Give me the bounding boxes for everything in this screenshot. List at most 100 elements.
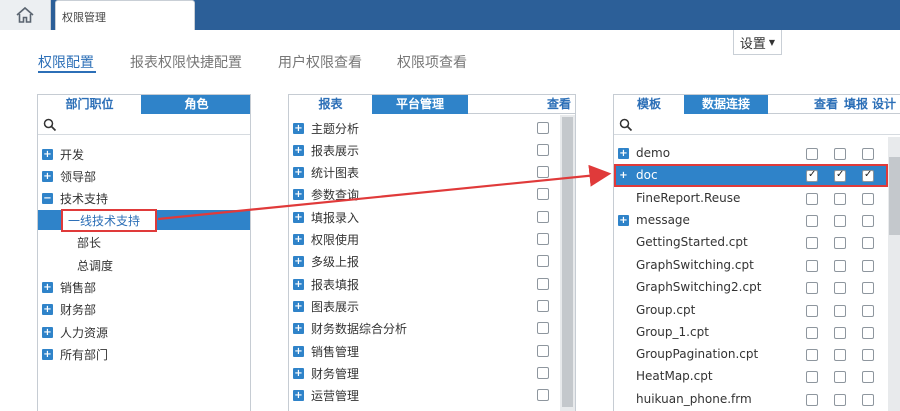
design-checkbox[interactable] bbox=[862, 282, 874, 294]
view-checkbox[interactable] bbox=[806, 305, 818, 317]
home-button[interactable] bbox=[0, 0, 51, 30]
fill-checkbox[interactable] bbox=[834, 148, 846, 160]
template-item[interactable]: GraphSwitching2.cpt bbox=[636, 276, 761, 298]
report-item[interactable]: + 财务数据综合分析 bbox=[293, 317, 407, 339]
template-scrollbar-thumb[interactable] bbox=[889, 157, 900, 235]
view-checkbox[interactable] bbox=[537, 345, 549, 357]
expand-icon[interactable]: + bbox=[293, 211, 304, 223]
design-checkbox[interactable] bbox=[862, 193, 874, 205]
fill-checkbox[interactable] bbox=[834, 169, 846, 182]
tab-role[interactable]: 角色 bbox=[141, 95, 250, 114]
expand-icon[interactable]: + bbox=[42, 170, 53, 182]
template-folder-message[interactable]: + message bbox=[618, 209, 690, 231]
tab-data-connection[interactable]: 数据连接 bbox=[684, 95, 768, 114]
expand-icon[interactable]: + bbox=[293, 144, 304, 156]
design-checkbox[interactable] bbox=[862, 148, 874, 160]
expand-icon[interactable]: + bbox=[293, 233, 304, 245]
expand-icon[interactable]: + bbox=[42, 326, 53, 338]
settings-dropdown[interactable]: 设置 ▼ bbox=[733, 30, 782, 55]
fill-checkbox[interactable] bbox=[834, 327, 846, 339]
design-checkbox[interactable] bbox=[862, 327, 874, 339]
view-checkbox[interactable] bbox=[537, 278, 549, 290]
view-checkbox[interactable] bbox=[537, 144, 549, 156]
view-checkbox[interactable] bbox=[537, 322, 549, 334]
expand-icon[interactable]: + bbox=[618, 147, 629, 159]
template-item[interactable]: huikuan_phone.frm bbox=[636, 388, 752, 410]
template-item[interactable]: FineReport.Reuse bbox=[636, 187, 740, 209]
report-item[interactable]: + 财务管理 bbox=[293, 362, 359, 384]
report-scrollbar-thumb[interactable] bbox=[562, 117, 573, 407]
fill-checkbox[interactable] bbox=[834, 237, 846, 249]
fill-checkbox[interactable] bbox=[834, 371, 846, 383]
view-checkbox[interactable] bbox=[806, 215, 818, 227]
report-item[interactable]: + 图表展示 bbox=[293, 295, 359, 317]
view-checkbox[interactable] bbox=[806, 148, 818, 160]
fill-checkbox[interactable] bbox=[834, 215, 846, 227]
expand-icon[interactable]: + bbox=[293, 122, 304, 134]
view-checkbox[interactable] bbox=[537, 166, 549, 178]
tab-permission-management[interactable]: 权限管理 bbox=[55, 0, 195, 30]
view-checkbox[interactable] bbox=[806, 260, 818, 272]
design-checkbox[interactable] bbox=[862, 260, 874, 272]
expand-icon[interactable]: + bbox=[293, 255, 304, 267]
tab-department-position[interactable]: 部门职位 bbox=[38, 95, 141, 114]
view-checkbox[interactable] bbox=[537, 389, 549, 401]
tree-node-dev[interactable]: + 开发 bbox=[42, 143, 84, 165]
nav-tab-report-quick-config[interactable]: 报表权限快捷配置 bbox=[130, 52, 242, 72]
view-checkbox[interactable] bbox=[806, 349, 818, 361]
tree-node-tech-support[interactable]: − 技术支持 bbox=[42, 187, 108, 209]
view-checkbox[interactable] bbox=[537, 188, 549, 200]
view-checkbox[interactable] bbox=[537, 233, 549, 245]
template-folder-doc[interactable]: + doc bbox=[618, 164, 657, 186]
expand-icon[interactable]: + bbox=[293, 278, 304, 290]
report-item[interactable]: + 主题分析 bbox=[293, 117, 359, 139]
nav-tab-user-permission-view[interactable]: 用户权限查看 bbox=[278, 52, 362, 72]
department-search[interactable] bbox=[38, 115, 250, 135]
report-item[interactable]: + 权限使用 bbox=[293, 228, 359, 250]
view-checkbox[interactable] bbox=[537, 211, 549, 223]
report-item[interactable]: + 报表填报 bbox=[293, 273, 359, 295]
design-checkbox[interactable] bbox=[862, 169, 874, 182]
template-folder-demo[interactable]: + demo bbox=[618, 142, 670, 164]
tree-node-all-departments[interactable]: + 所有部门 bbox=[42, 343, 108, 365]
view-checkbox[interactable] bbox=[806, 371, 818, 383]
expand-icon[interactable]: + bbox=[42, 303, 53, 315]
view-checkbox[interactable] bbox=[806, 193, 818, 205]
expand-icon[interactable]: + bbox=[293, 322, 304, 334]
nav-tab-permission-config[interactable]: 权限配置 bbox=[38, 52, 94, 72]
design-checkbox[interactable] bbox=[862, 371, 874, 383]
nav-tab-permission-item-view[interactable]: 权限项查看 bbox=[397, 52, 467, 72]
design-checkbox[interactable] bbox=[862, 237, 874, 249]
view-checkbox[interactable] bbox=[806, 237, 818, 249]
report-item[interactable]: + 销售管理 bbox=[293, 340, 359, 362]
template-item[interactable]: Group.cpt bbox=[636, 299, 695, 321]
design-checkbox[interactable] bbox=[862, 349, 874, 361]
template-item[interactable]: GraphSwitching.cpt bbox=[636, 254, 754, 276]
template-item[interactable]: HeatMap.cpt bbox=[636, 365, 713, 387]
view-checkbox[interactable] bbox=[537, 122, 549, 134]
report-item[interactable]: + 参数查询 bbox=[293, 183, 359, 205]
view-checkbox[interactable] bbox=[537, 367, 549, 379]
tree-node-sales[interactable]: + 销售部 bbox=[42, 276, 96, 298]
tree-node-dispatch[interactable]: 总调度 bbox=[77, 254, 113, 276]
expand-icon[interactable]: + bbox=[293, 166, 304, 178]
report-item[interactable]: + 多级上报 bbox=[293, 250, 359, 272]
expand-icon[interactable]: + bbox=[42, 148, 53, 160]
view-checkbox[interactable] bbox=[806, 327, 818, 339]
collapse-icon[interactable]: − bbox=[42, 192, 53, 204]
tree-node-finance[interactable]: + 财务部 bbox=[42, 298, 96, 320]
fill-checkbox[interactable] bbox=[834, 282, 846, 294]
tab-template[interactable]: 模板 bbox=[614, 95, 684, 114]
report-item[interactable]: + 统计图表 bbox=[293, 161, 359, 183]
tree-node-first-line-support[interactable]: 一线技术支持 bbox=[68, 210, 140, 230]
report-item[interactable]: + 填报录入 bbox=[293, 206, 359, 228]
expand-icon[interactable]: + bbox=[293, 345, 304, 357]
template-item[interactable]: Group_1.cpt bbox=[636, 321, 709, 343]
view-checkbox[interactable] bbox=[537, 300, 549, 312]
tree-node-hr[interactable]: + 人力资源 bbox=[42, 321, 108, 343]
fill-checkbox[interactable] bbox=[834, 260, 846, 272]
design-checkbox[interactable] bbox=[862, 394, 874, 406]
fill-checkbox[interactable] bbox=[834, 305, 846, 317]
tab-platform-management[interactable]: 平台管理 bbox=[372, 95, 468, 114]
fill-checkbox[interactable] bbox=[834, 349, 846, 361]
